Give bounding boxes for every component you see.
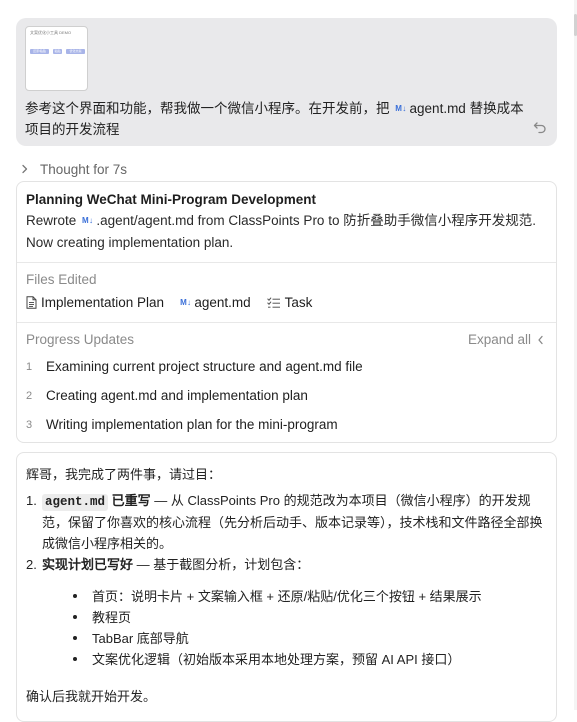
progress-step[interactable]: 1 Examining current project structure an… xyxy=(26,359,363,374)
progress-step[interactable]: 3 Writing implementation plan for the mi… xyxy=(26,417,338,432)
undo-icon[interactable] xyxy=(533,120,547,134)
plan-desc-prefix: Rewrote xyxy=(26,213,77,228)
file-label: Task xyxy=(284,295,313,310)
markdown-icon: M↓ xyxy=(180,298,192,307)
step-number: 3 xyxy=(26,418,33,431)
bullet-item: 文案优化逻辑（初始版本采用本地处理方案，预留 AI API 接口） xyxy=(73,649,460,668)
response-greeting: 辉哥，我完成了两件事，请过目： xyxy=(26,467,222,482)
files-edited-list: Implementation Plan M↓ agent.md Task xyxy=(26,295,328,310)
step-label: Writing implementation plan for the mini… xyxy=(46,417,338,432)
plan-description: Rewrote M↓ .agent/agent.md from ClassPoin… xyxy=(26,210,546,254)
expand-all-button[interactable]: Expand all xyxy=(468,332,544,347)
bullet-text: 教程页 xyxy=(92,610,132,625)
step-label: Examining current project structure and … xyxy=(46,359,363,374)
files-edited-label: Files Edited xyxy=(26,272,97,287)
checklist-icon xyxy=(266,297,280,308)
bullet-item: 首页：说明卡片 + 文案输入框 + 还原/粘贴/优化三个按钮 + 结果展示 xyxy=(73,586,482,605)
file-task[interactable]: Task xyxy=(266,295,313,310)
divider xyxy=(17,322,556,323)
document-icon xyxy=(26,296,37,309)
markdown-icon: M↓ xyxy=(395,104,407,113)
file-mention[interactable]: agent.md xyxy=(410,101,466,116)
bullet-dot xyxy=(73,656,77,661)
inline-code: agent.md xyxy=(42,494,109,511)
step-number: 1 xyxy=(26,360,33,373)
user-text-before: 参考这个界面和功能，帮我做一个微信小程序。在开发前，把 xyxy=(25,101,390,116)
file-implementation-plan[interactable]: Implementation Plan xyxy=(26,295,164,310)
markdown-icon: M↓ xyxy=(82,216,94,225)
progress-updates-label: Progress Updates xyxy=(26,332,135,347)
plan-desc-suffix: from ClassPoints Pro to 防折叠助手微信小程序开发规范. xyxy=(197,213,536,228)
file-label: agent.md xyxy=(194,295,251,310)
bullet-item: 教程页 xyxy=(73,607,131,626)
user-message-text: 参考这个界面和功能，帮我做一个微信小程序。在开发前，把 M↓ agent.md 替… xyxy=(25,98,525,140)
divider xyxy=(17,262,556,263)
assistant-response: 辉哥，我完成了两件事，请过目： 1. agent.md 已重写 — 从 Clas… xyxy=(16,452,557,722)
item-text: — 从 ClassPoints Pro 的规范改为本项目（微信小程序）的开发规 xyxy=(150,493,531,508)
bold-text: 实现计划已写好 xyxy=(42,557,134,572)
bullet-text: 首页：说明卡片 + 文案输入框 + 还原/粘贴/优化三个按钮 + 结果展示 xyxy=(92,589,482,604)
item-text: 范，保留了你喜欢的核心流程（先分析后动手、版本记录等），技术栈和文件路径全部换 xyxy=(42,514,543,530)
attached-screenshot-thumbnail[interactable]: 文案优化小工具 DEMO 还原/粘贴 粘贴 优化文案 xyxy=(25,26,88,91)
thumbnail-button: 优化文案 xyxy=(66,49,85,54)
bullet-text: TabBar 底部导航 xyxy=(92,631,189,646)
expand-all-label: Expand all xyxy=(467,332,531,347)
file-agent-md[interactable]: M↓ agent.md xyxy=(180,295,251,310)
step-number: 2 xyxy=(26,389,33,402)
bullet-item: TabBar 底部导航 xyxy=(73,628,189,647)
bullet-text: 文案优化逻辑（初始版本采用本地处理方案，预留 AI API 接口） xyxy=(92,652,461,667)
item-text: — 基于截图分析，计划包含： xyxy=(133,557,310,572)
progress-step[interactable]: 2 Creating agent.md and implementation p… xyxy=(26,388,308,403)
chevron-left-icon xyxy=(538,335,543,344)
bullet-dot xyxy=(73,635,77,640)
file-label: Implementation Plan xyxy=(41,295,165,310)
thumbnail-title: 文案优化小工具 DEMO xyxy=(30,30,72,35)
plan-desc-line2: Now creating implementation plan. xyxy=(26,235,234,250)
plan-title: Planning WeChat Mini-Program Development xyxy=(26,192,317,207)
thumbnail-button: 粘贴 xyxy=(53,49,62,54)
step-label: Creating agent.md and implementation pla… xyxy=(46,388,308,403)
response-closing: 确认后我就开始开发。 xyxy=(26,689,157,704)
thought-label: Thought for 7s xyxy=(40,161,128,177)
item-text: 成微信小程序相关的。 xyxy=(42,536,173,551)
user-message: 文案优化小工具 DEMO 还原/粘贴 粘贴 优化文案 参考这个界面和功能，帮我做… xyxy=(16,18,557,146)
list-number: 2. xyxy=(26,557,37,572)
thought-toggle[interactable]: Thought for 7s xyxy=(20,160,127,178)
list-number: 1. xyxy=(26,493,37,508)
thumbnail-button: 还原/粘贴 xyxy=(30,49,49,54)
plan-card: Planning WeChat Mini-Program Development… xyxy=(16,181,557,443)
bullet-dot xyxy=(73,614,77,619)
bold-text: 已重写 xyxy=(111,493,151,508)
file-mention[interactable]: .agent/agent.md xyxy=(96,213,194,228)
chevron-right-icon xyxy=(22,164,28,174)
bullet-dot xyxy=(73,593,77,598)
